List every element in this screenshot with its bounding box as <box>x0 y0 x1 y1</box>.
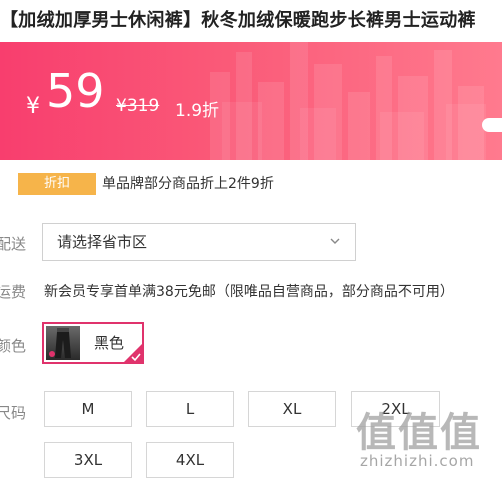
selected-check-icon <box>124 344 142 362</box>
price-banner: ¥ 59 ¥319 1.9折 <box>0 42 502 160</box>
color-thumbnail-image <box>46 326 80 360</box>
region-select[interactable]: 请选择省市区 <box>42 223 356 261</box>
size-option-3xl[interactable]: 3XL <box>44 442 132 478</box>
size-option-m[interactable]: M <box>44 391 132 427</box>
region-select-value: 请选择省市区 <box>57 233 148 251</box>
sale-price: 59 <box>46 64 105 118</box>
watermark-domain: zhizhizhi.com <box>360 452 475 470</box>
size-option-4xl[interactable]: 4XL <box>146 442 234 478</box>
side-tab-handle[interactable] <box>482 118 502 132</box>
color-option-black[interactable]: 黑色 <box>42 322 144 364</box>
original-price: ¥319 <box>116 96 160 116</box>
color-label: 颜色 <box>0 337 26 355</box>
promotion-row: 折扣 单品牌部分商品折上2件9折 <box>0 170 502 196</box>
price-currency-symbol: ¥ <box>26 94 40 119</box>
discount-rate: 1.9折 <box>175 101 220 121</box>
size-label: 尺码 <box>0 404 26 422</box>
pants-thumbnail-icon <box>49 328 71 358</box>
size-option-xl[interactable]: XL <box>248 391 336 427</box>
promotion-text[interactable]: 单品牌部分商品折上2件9折 <box>102 173 274 195</box>
color-option-label: 黑色 <box>94 334 125 352</box>
chevron-down-icon <box>330 238 340 244</box>
shipping-info: 新会员专享首单满38元免邮（限唯品自营商品，部分商品不可用） <box>44 284 454 300</box>
size-option-l[interactable]: L <box>146 391 234 427</box>
delivery-label: 配送 <box>0 235 26 253</box>
promotion-badge: 折扣 <box>18 173 96 195</box>
shipping-label: 运费 <box>0 283 26 301</box>
product-page: 【加绒加厚男士休闲裤】秋冬加绒保暖跑步长裤男士运动裤 ¥ 59 ¥319 1.9… <box>0 0 502 483</box>
product-title: 【加绒加厚男士休闲裤】秋冬加绒保暖跑步长裤男士运动裤 <box>0 10 476 31</box>
size-option-2xl[interactable]: 2XL <box>351 391 440 427</box>
